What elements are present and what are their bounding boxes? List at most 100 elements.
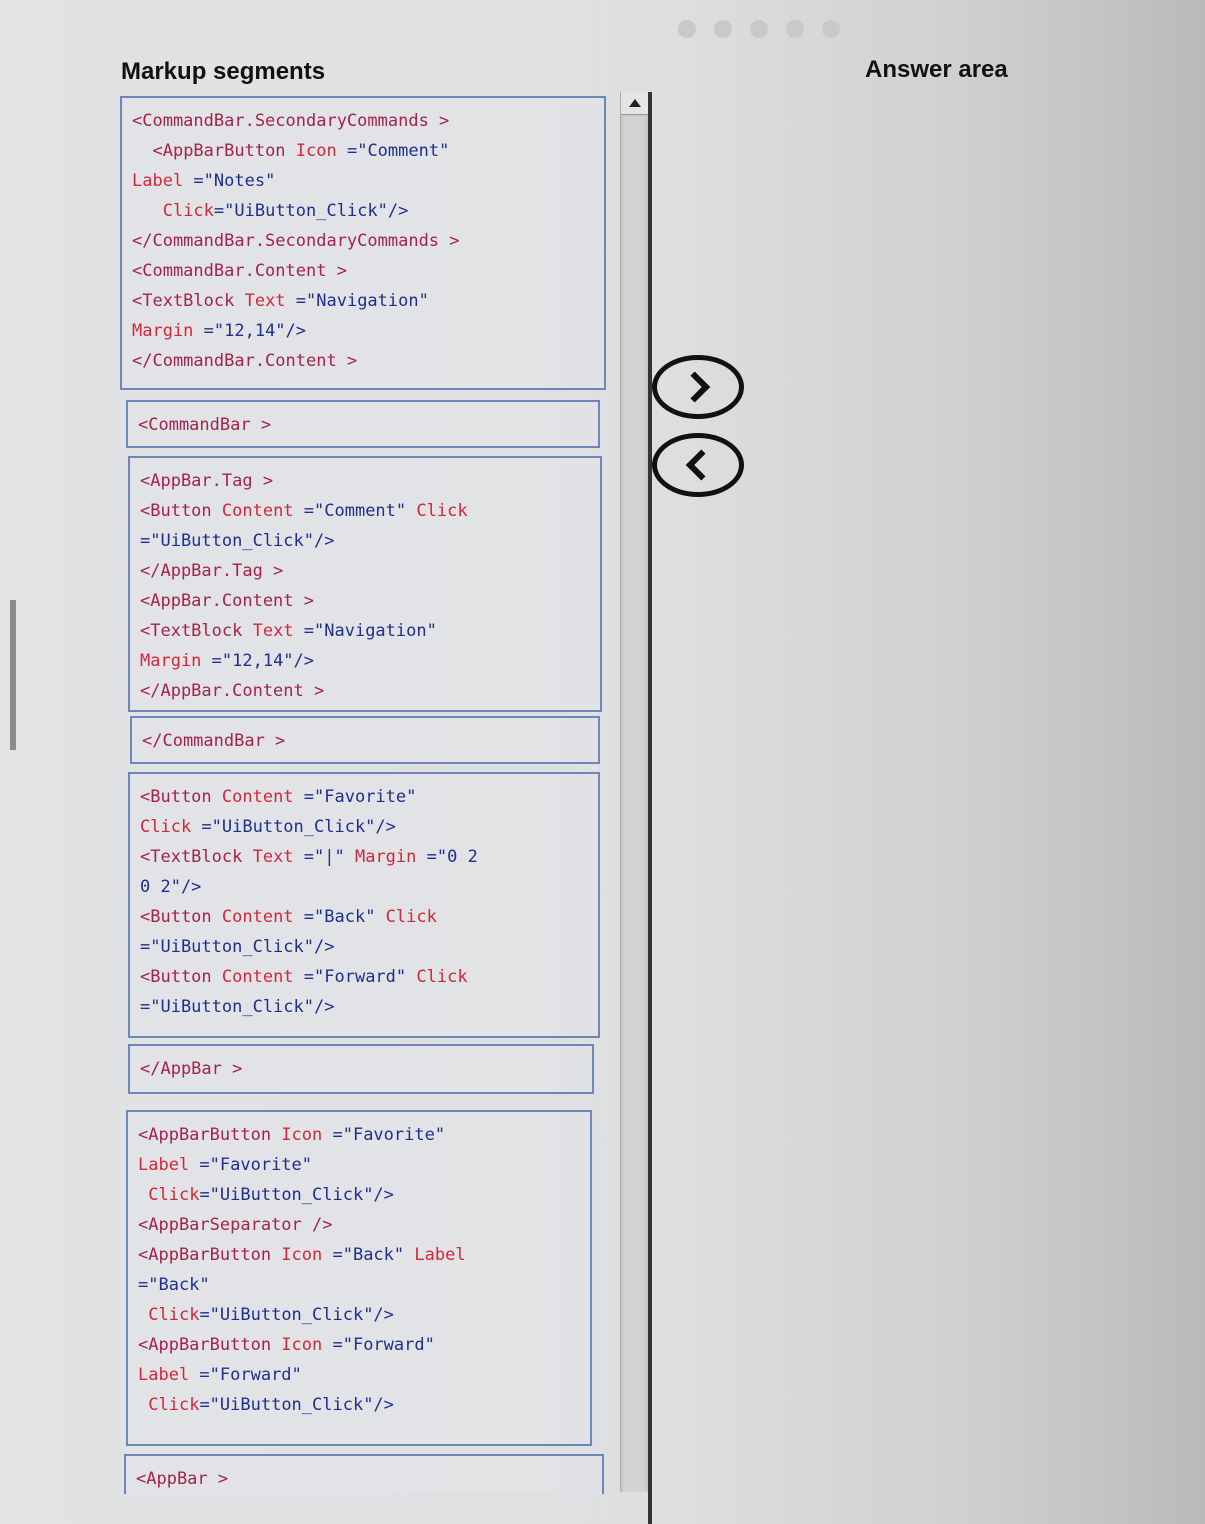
- code-line: </AppBar.Content >: [140, 676, 590, 706]
- code-token: <CommandBar.SecondaryCommands >: [132, 111, 450, 131]
- pager-dot[interactable]: [678, 20, 696, 38]
- code-token: ="Favorite": [303, 787, 417, 807]
- code-token: Content: [221, 787, 304, 807]
- code-token: Margin: [140, 651, 212, 671]
- scroll-up-arrow-icon[interactable]: [621, 92, 649, 115]
- code-token: Click: [385, 907, 437, 927]
- code-line: Label ="Favorite": [138, 1150, 580, 1180]
- markup-segment[interactable]: <Button Content ="Favorite" Click ="UiBut…: [128, 772, 600, 1038]
- code-line: Click="UiButton_Click"/>: [138, 1180, 580, 1210]
- code-line: <AppBarSeparator />: [138, 1210, 580, 1240]
- code-token: Click: [138, 1395, 200, 1415]
- code-token: Click: [138, 1305, 200, 1325]
- code-token: Icon: [281, 1245, 333, 1265]
- code-line: <Button Content ="Comment" Click: [140, 496, 590, 526]
- code-token: 0 2"/>: [140, 877, 202, 897]
- code-token: <TextBlock: [140, 847, 253, 867]
- code-token: ="UiButton_Click"/>: [213, 201, 409, 221]
- markup-segment[interactable]: <AppBarButton Icon ="Favorite" Label ="Fa…: [126, 1110, 592, 1446]
- code-line: </CommandBar.Content >: [132, 346, 594, 376]
- markup-segment[interactable]: </CommandBar >: [130, 716, 600, 764]
- code-token: <Button: [140, 501, 222, 521]
- code-token: ="UiButton_Click"/>: [199, 1185, 394, 1205]
- code-line: <AppBarButton Icon ="Forward": [138, 1330, 580, 1360]
- code-line: Click="UiButton_Click"/>: [138, 1390, 580, 1420]
- code-token: Label: [138, 1155, 200, 1175]
- markup-segment[interactable]: <AppBar.Tag > <Button Content ="Comment" …: [128, 456, 602, 712]
- code-line: </CommandBar >: [142, 726, 588, 756]
- code-token: Click: [138, 1185, 200, 1205]
- code-token: ="Favorite": [332, 1125, 446, 1145]
- code-line: <AppBar >: [136, 1464, 592, 1494]
- code-token: <Button: [140, 967, 222, 987]
- code-line: Click="UiButton_Click"/>: [138, 1300, 580, 1330]
- code-token: <Button: [140, 787, 222, 807]
- code-line: <TextBlock Text ="Navigation": [132, 286, 594, 316]
- code-line: <Button Content ="Favorite": [140, 782, 588, 812]
- code-line: <AppBar.Tag >: [140, 466, 590, 496]
- code-token: Icon: [281, 1335, 333, 1355]
- code-line: <TextBlock Text ="|" Margin ="0 2: [140, 842, 588, 872]
- code-token: Label: [138, 1365, 200, 1385]
- code-token: <TextBlock: [132, 291, 245, 311]
- code-token: ="UiButton_Click"/>: [140, 531, 335, 551]
- answer-area-dropzone[interactable]: [660, 120, 1190, 1510]
- pager-dots: [678, 20, 840, 38]
- code-line: <CommandBar.Content >: [132, 256, 594, 286]
- code-token: ="Favorite": [199, 1155, 313, 1175]
- pager-dot[interactable]: [786, 20, 804, 38]
- code-token: Content: [221, 501, 304, 521]
- code-line: <AppBar.Content >: [140, 586, 590, 616]
- code-token: <AppBarButton: [132, 141, 296, 161]
- pager-dot[interactable]: [714, 20, 732, 38]
- code-line: 0 2"/>: [140, 872, 588, 902]
- window-edge: [10, 600, 16, 750]
- code-token: ="12,14"/>: [203, 321, 307, 341]
- code-line: ="UiButton_Click"/>: [140, 932, 588, 962]
- code-line: Margin ="12,14"/>: [140, 646, 590, 676]
- code-token: ="Navigation": [303, 621, 437, 641]
- code-token: </AppBar >: [140, 1059, 243, 1079]
- code-line: <TextBlock Text ="Navigation": [140, 616, 590, 646]
- code-token: <AppBarButton: [138, 1125, 282, 1145]
- code-line: Click="UiButton_Click"/>: [132, 196, 594, 226]
- code-line: Label ="Notes": [132, 166, 594, 196]
- code-token: </AppBar.Content >: [140, 681, 325, 701]
- code-token: <TextBlock: [140, 621, 253, 641]
- markup-segment[interactable]: <AppBar >: [124, 1454, 604, 1494]
- code-line: </CommandBar.SecondaryCommands >: [132, 226, 594, 256]
- code-token: Content: [221, 907, 304, 927]
- code-token: ="Forward": [199, 1365, 302, 1385]
- markup-segment[interactable]: <CommandBar >: [126, 400, 600, 448]
- answer-area-title: Answer area: [865, 56, 1008, 83]
- code-token: ="Forward": [303, 967, 417, 987]
- code-token: ="Navigation": [295, 291, 429, 311]
- code-line: ="UiButton_Click"/>: [140, 992, 588, 1022]
- code-token: <AppBarButton: [138, 1335, 282, 1355]
- code-token: Content: [221, 967, 304, 987]
- code-token: <AppBarButton: [138, 1245, 282, 1265]
- code-token: Click: [140, 817, 202, 837]
- markup-segment[interactable]: <CommandBar.SecondaryCommands > <AppBarB…: [120, 96, 606, 390]
- code-line: Label ="Forward": [138, 1360, 580, 1390]
- code-token: ="Forward": [332, 1335, 435, 1355]
- code-token: </CommandBar.Content >: [132, 351, 358, 371]
- pager-dot[interactable]: [750, 20, 768, 38]
- pager-dot[interactable]: [822, 20, 840, 38]
- code-line: <AppBarButton Icon ="Comment": [132, 136, 594, 166]
- code-token: </CommandBar >: [142, 731, 286, 751]
- scroll-thumb[interactable]: [623, 116, 645, 1492]
- code-token: Click: [416, 501, 468, 521]
- segments-scrollbar[interactable]: [620, 92, 649, 1492]
- code-token: ="Notes": [193, 171, 276, 191]
- markup-segment[interactable]: </AppBar >: [128, 1044, 594, 1094]
- code-line: <Button Content ="Forward" Click: [140, 962, 588, 992]
- pane-divider: [648, 92, 652, 1524]
- code-token: ="UiButton_Click"/>: [199, 1395, 394, 1415]
- code-token: Margin: [132, 321, 204, 341]
- code-token: <AppBar >: [136, 1469, 229, 1489]
- code-token: Label: [132, 171, 194, 191]
- code-line: <CommandBar >: [138, 410, 588, 440]
- code-token: ="Back": [303, 907, 386, 927]
- code-token: ="Back": [138, 1275, 210, 1295]
